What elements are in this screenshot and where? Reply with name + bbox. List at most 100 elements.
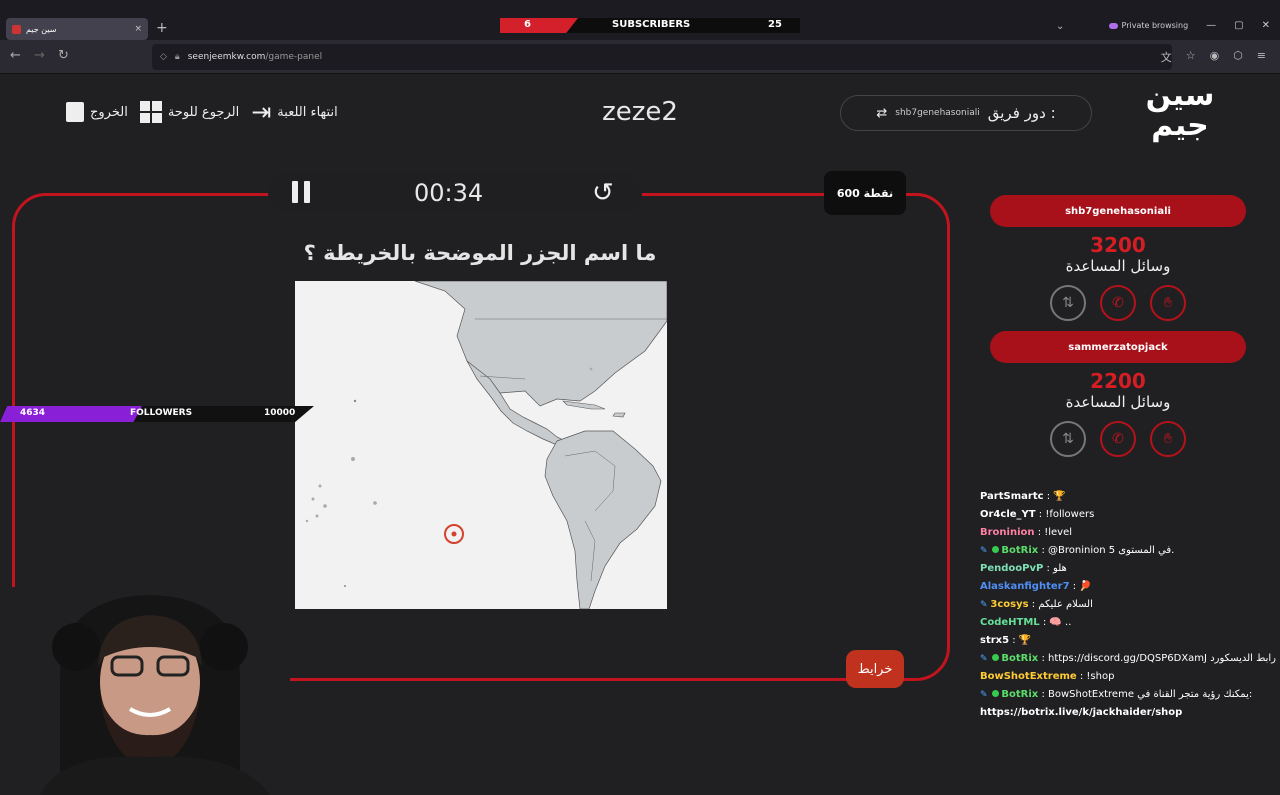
team-turn-indicator[interactable]: ⇄ shb7genehasoniali دور فريق :: [840, 95, 1092, 131]
private-browsing-indicator: Private browsing: [1108, 21, 1189, 30]
chat-username[interactable]: BowShotExtreme: [980, 671, 1077, 682]
site-favicon-icon: [12, 24, 21, 34]
chat-message: PendooPvP : هلو: [980, 560, 1276, 578]
chat-text: : 🧠 ..: [1039, 617, 1072, 628]
private-browsing-label: Private browsing: [1121, 21, 1189, 30]
reset-timer-icon[interactable]: ↺: [592, 178, 614, 208]
chat-message: Broninion : !level: [980, 524, 1276, 542]
tab-close-icon[interactable]: ×: [134, 24, 142, 34]
arrow-to-line-icon: ⇥: [251, 98, 272, 126]
account-icon[interactable]: ◉: [1210, 49, 1220, 65]
browser-tab[interactable]: سين جيم ×: [6, 18, 148, 40]
shield-icon[interactable]: ◇: [160, 52, 167, 62]
double-answer-icon[interactable]: ⇅: [1050, 421, 1086, 457]
subscribers-goal: 25: [768, 19, 782, 30]
team-score: 2200: [1090, 369, 1146, 393]
reload-button[interactable]: ↻: [58, 48, 69, 63]
double-answer-icon[interactable]: ⇅: [1050, 285, 1086, 321]
new-tab-button[interactable]: +: [156, 20, 168, 36]
chat-message: BowShotExtreme : !shop: [980, 668, 1276, 686]
private-mask-icon: [1108, 22, 1118, 29]
url-path: /game-panel: [265, 52, 323, 62]
followers-label: FOLLOWERS: [130, 408, 193, 418]
exit-button[interactable]: الخروج: [66, 102, 128, 122]
logo-line-2: جيم: [1151, 108, 1209, 143]
logo-line-1: سين: [1145, 78, 1215, 113]
site-logo[interactable]: سين جيم: [1145, 81, 1215, 147]
lifelines: ⇅ ✆ ✋︎: [990, 285, 1246, 321]
subscribers-progress-fill: [500, 18, 578, 33]
chat-message: CodeHTML : 🧠 ..: [980, 614, 1276, 632]
followers-current: 4634: [20, 408, 46, 418]
chat-username[interactable]: BotRix: [1001, 545, 1038, 556]
chat-message: https://botrix.live/k/jackhaider/shop: [980, 704, 1276, 722]
address-bar[interactable]: ◇ 🔒︎ seenjeemkw.com/game-panel: [152, 44, 1172, 70]
chat-text: : !followers: [1035, 509, 1095, 520]
followers-goal: 10000: [264, 408, 296, 418]
phone-call-icon[interactable]: ✆: [1100, 421, 1136, 457]
phone-call-icon[interactable]: ✆: [1100, 285, 1136, 321]
chat-message: ✎ BotRix : https://discord.gg/DQSP6DXamJ…: [980, 650, 1276, 668]
verified-badge-icon: [992, 654, 1000, 661]
chat-message: strx5 : 🏆: [980, 632, 1276, 650]
chat-username[interactable]: BotRix: [1001, 689, 1038, 700]
extensions-icon[interactable]: ⬡: [1233, 49, 1243, 65]
chat-username[interactable]: PartSmartc: [980, 491, 1044, 502]
americas-map-image: [295, 281, 667, 609]
list-tabs-chevron-icon[interactable]: ⌄: [1056, 21, 1064, 32]
team-name: shb7genehasoniali: [990, 195, 1246, 227]
chat-message: ✎ BotRix : @Broninion 5 في المستوى.: [980, 542, 1276, 560]
chat-message: PartSmartc : 🏆: [980, 488, 1276, 506]
hand-icon[interactable]: ✋︎: [1150, 421, 1186, 457]
menu-icon[interactable]: ≡: [1257, 49, 1266, 65]
exit-door-icon: [66, 102, 84, 122]
question-map: [295, 281, 667, 609]
chat-username[interactable]: BotRix: [1001, 653, 1038, 664]
chat-username[interactable]: PendooPvP: [980, 563, 1043, 574]
bookmark-star-icon[interactable]: ☆: [1186, 49, 1196, 65]
chat-message: ✎ BotRix : BowShotExtreme يمكنك رؤية متج…: [980, 686, 1276, 704]
end-game-button[interactable]: ⇥ انتهاء اللعبة: [251, 98, 338, 126]
chat-username[interactable]: Alaskanfighter7: [980, 581, 1070, 592]
chat-text: : @Broninion 5 في المستوى.: [1038, 545, 1175, 556]
subscribers-current: 6: [524, 19, 531, 30]
close-window-button[interactable]: ✕: [1262, 20, 1270, 31]
exit-label: الخروج: [90, 104, 128, 120]
game-actions: الخروج الرجوع للوحة ⇥ انتهاء اللعبة: [66, 98, 338, 126]
back-to-board-label: الرجوع للوحة: [167, 104, 240, 120]
category-button[interactable]: خرايط: [846, 650, 904, 688]
chat-text: : هلو: [1043, 563, 1067, 574]
lock-icon[interactable]: 🔒︎: [175, 52, 180, 62]
forward-button[interactable]: →: [34, 48, 45, 63]
translate-icon[interactable]: 文: [1161, 49, 1172, 65]
shuffle-icon[interactable]: ⇄: [876, 106, 887, 121]
question-text: ما اسم الجزر الموضحة بالخريطة ؟: [303, 241, 657, 265]
back-button[interactable]: ←: [10, 48, 21, 63]
verified-badge-icon: [992, 546, 1000, 553]
maximize-button[interactable]: ▢: [1234, 20, 1243, 31]
stream-chat: PartSmartc : 🏆 Or4cle_YT : !followers Bron…: [980, 488, 1276, 722]
browser-navbar: ← → ↻ ◇ 🔒︎ seenjeemkw.com/game-panel 文 ☆…: [0, 40, 1280, 74]
game-page: سين جيم ⇄ shb7genehasoniali دور فريق : z…: [0, 75, 1280, 795]
team-turn-label: دور فريق :: [987, 104, 1056, 122]
tab-title: سين جيم: [26, 24, 57, 34]
chat-message: Alaskanfighter7 : 🏓: [980, 578, 1276, 596]
chat-username[interactable]: Broninion: [980, 527, 1035, 538]
timer-bar: 00:34 ↺: [268, 173, 642, 213]
chat-text: : https://discord.gg/DQSP6DXamJ رابط الد…: [1038, 653, 1276, 664]
points-badge: 600 نقطة: [824, 171, 906, 215]
minimize-button[interactable]: —: [1206, 20, 1216, 31]
team-help-label: وسائل المساعدة: [1065, 257, 1171, 275]
hand-icon[interactable]: ✋︎: [1150, 285, 1186, 321]
moderator-sword-icon: ✎: [980, 600, 991, 610]
lifelines: ⇅ ✆ ✋︎: [990, 421, 1246, 457]
back-to-board-button[interactable]: الرجوع للوحة: [139, 101, 240, 123]
pause-icon[interactable]: [292, 181, 310, 203]
chat-text: : 🏆: [1043, 491, 1066, 502]
team-card-1: shb7genehasoniali 3200 وسائل المساعدة ⇅ …: [990, 195, 1246, 321]
chat-username[interactable]: 3cosys: [990, 599, 1028, 610]
chat-username[interactable]: strx5: [980, 635, 1009, 646]
chat-username[interactable]: CodeHTML: [980, 617, 1040, 628]
chat-message: Or4cle_YT : !followers: [980, 506, 1276, 524]
chat-username[interactable]: Or4cle_YT: [980, 509, 1036, 520]
